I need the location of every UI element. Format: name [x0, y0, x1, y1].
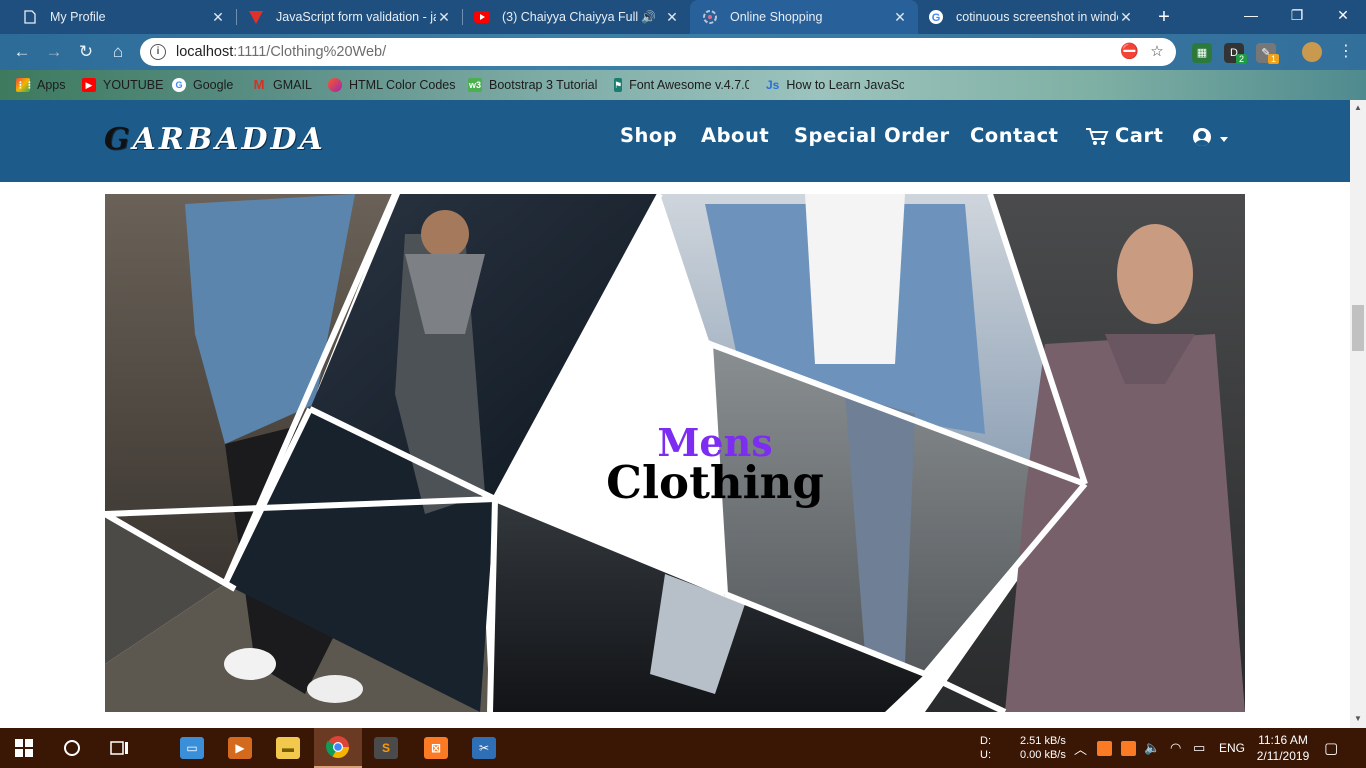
chrome-icon[interactable]	[314, 728, 362, 768]
scrollbar-thumb[interactable]	[1352, 305, 1364, 351]
search-circle-icon[interactable]	[48, 728, 96, 768]
tab-youtube-video[interactable]: (3) Chaiyya Chaiyya Full Vi 🔊 ✕	[464, 0, 690, 34]
xampp-icon[interactable]: ⊠	[412, 728, 460, 768]
speaker-icon[interactable]: 🔊	[641, 10, 656, 24]
site-logo[interactable]: GARBADDA	[104, 122, 326, 157]
notifications-icon[interactable]: ▢	[1324, 728, 1338, 768]
browser-toolbar: ← → ↻ ⌂ i localhost:1111/Clothing%20Web/…	[0, 34, 1366, 70]
chevron-up-icon[interactable]: ︿	[1074, 728, 1087, 768]
close-tab-icon[interactable]: ✕	[210, 9, 226, 26]
tab-title: Online Shopping	[730, 10, 823, 24]
js-icon: Js	[766, 78, 780, 92]
url-text[interactable]: localhost:1111/Clothing%20Web/	[176, 44, 386, 60]
volume-icon[interactable]: 🔈	[1144, 728, 1160, 768]
tab-title: (3) Chaiyya Chaiyya Full Vi	[502, 10, 642, 24]
hero-title-clothing: Clothing	[606, 456, 824, 509]
net-labels: D: U:	[980, 735, 991, 761]
svg-text:G: G	[932, 12, 941, 24]
page-content: GARBADDA Shop About Special Order Contac…	[0, 100, 1350, 728]
tab-online-shopping[interactable]: Online Shopping ✕	[690, 0, 918, 34]
caret-down-icon[interactable]	[1220, 137, 1228, 142]
nav-cart[interactable]: Cart	[1115, 124, 1163, 147]
hero-banner: Mens Clothing	[105, 194, 1245, 712]
bookmark-bootstrap[interactable]: w3 Bootstrap 3 Tutorial	[468, 76, 597, 94]
tab-my-profile[interactable]: My Profile ✕	[0, 0, 236, 34]
close-tab-icon[interactable]: ✕	[892, 9, 908, 26]
browser-tab-strip: My Profile ✕ JavaScript form validation …	[0, 0, 1366, 34]
bookmark-font-awesome[interactable]: ⚑ Font Awesome v.4.7.0	[614, 76, 749, 94]
profile-avatar[interactable]	[1302, 42, 1322, 62]
new-tab-plus-icon[interactable]: +	[1150, 4, 1178, 30]
wifi-icon[interactable]: ◠	[1170, 728, 1181, 768]
snipping-tool-icon[interactable]: ✂	[460, 728, 508, 768]
loading-spinner-icon	[702, 9, 718, 25]
back-arrow-icon[interactable]: ←	[10, 40, 34, 64]
bookmark-youtube[interactable]: ▶ YOUTUBE	[82, 76, 163, 94]
language-indicator[interactable]: ENG	[1219, 728, 1245, 768]
file-explorer-icon[interactable]: ▬	[264, 728, 312, 768]
reload-icon[interactable]: ↻	[74, 40, 98, 64]
bookmark-learn-js[interactable]: Js How to Learn JavaScr	[766, 76, 904, 94]
tab-google-search[interactable]: G cotinuous screenshot in windo ✕	[918, 0, 1144, 34]
brand-v-icon	[248, 9, 264, 25]
bookmarks-bar: ⋮⋮ Apps ▶ YOUTUBE G Google M GMAIL HTML …	[0, 70, 1366, 100]
restore-icon[interactable]: ❐	[1274, 0, 1320, 34]
translate-blocked-icon[interactable]: ⛔	[1120, 43, 1139, 61]
system-clock[interactable]: 11:16 AM 2/11/2019	[1248, 732, 1318, 764]
google-icon: G	[928, 9, 944, 25]
bookmark-star-icon[interactable]: ☆	[1148, 43, 1166, 61]
site-info-icon[interactable]: i	[150, 44, 166, 60]
youtube-icon: ▶	[82, 78, 96, 92]
google-icon: G	[172, 78, 186, 92]
sublime-text-icon[interactable]: S	[362, 728, 410, 768]
youtube-icon	[474, 9, 490, 25]
minimize-icon[interactable]: —	[1228, 0, 1274, 34]
bookmark-google[interactable]: G Google	[172, 76, 233, 94]
home-icon[interactable]: ⌂	[106, 40, 130, 64]
windows-start-icon[interactable]	[0, 728, 48, 768]
tab-title: JavaScript form validation - jav	[276, 10, 436, 24]
tab-title: My Profile	[50, 10, 106, 24]
nav-special-order[interactable]: Special Order	[794, 124, 950, 147]
task-view-icon[interactable]	[96, 728, 144, 768]
cart-icon[interactable]	[1085, 127, 1109, 152]
w3schools-icon: w3	[468, 78, 482, 92]
xampp-tray-icon[interactable]	[1097, 728, 1112, 768]
gmail-icon: M	[253, 77, 265, 92]
windows-taskbar: ▭ ▶ ▬ S ⊠ ✂ D: U: 2.51 kB/s 0.00 kB/s ︿ 🔈 …	[0, 728, 1366, 768]
extension-badge: 1	[1268, 54, 1280, 64]
tab-js-validation[interactable]: JavaScript form validation - jav ✕	[240, 0, 462, 34]
menu-kebab-icon[interactable]: ⋮	[1334, 40, 1358, 64]
site-navbar: GARBADDA Shop About Special Order Contac…	[0, 100, 1350, 182]
html-color-codes-icon	[328, 78, 342, 92]
page-icon	[22, 9, 38, 25]
close-tab-icon[interactable]: ✕	[664, 9, 680, 26]
bookmark-apps[interactable]: ⋮⋮ Apps	[16, 76, 66, 94]
bookmark-html-color-codes[interactable]: HTML Color Codes	[328, 76, 456, 94]
address-bar[interactable]: i localhost:1111/Clothing%20Web/ ⛔ ☆	[140, 38, 1176, 66]
media-player-icon[interactable]: ▶	[216, 728, 264, 768]
nav-shop[interactable]: Shop	[620, 124, 677, 147]
user-circle-icon[interactable]	[1193, 128, 1211, 146]
scroll-up-arrow-icon[interactable]: ▲	[1350, 101, 1366, 115]
nav-contact[interactable]: Contact	[970, 124, 1058, 147]
forward-arrow-icon[interactable]: →	[42, 40, 66, 64]
apps-grid-icon: ⋮⋮	[16, 78, 34, 92]
close-window-icon[interactable]: ✕	[1320, 0, 1366, 34]
scrollbar[interactable]	[1350, 100, 1366, 728]
net-speed: 2.51 kB/s 0.00 kB/s	[1020, 735, 1066, 761]
xampp-tray-icon-2[interactable]	[1121, 728, 1136, 768]
close-tab-icon[interactable]: ✕	[1118, 9, 1134, 26]
battery-icon[interactable]: ▭	[1193, 728, 1205, 768]
computer-icon[interactable]: ▭	[168, 728, 216, 768]
scroll-down-arrow-icon[interactable]: ▼	[1350, 712, 1366, 726]
tab-title: cotinuous screenshot in windo	[956, 10, 1118, 24]
close-tab-icon[interactable]: ✕	[436, 9, 452, 26]
extension-grid-icon[interactable]: ▦	[1192, 43, 1212, 63]
bookmark-gmail[interactable]: M GMAIL	[252, 76, 312, 94]
font-awesome-icon: ⚑	[614, 78, 623, 92]
nav-about[interactable]: About	[701, 124, 769, 147]
extension-badge: 2	[1236, 54, 1248, 64]
